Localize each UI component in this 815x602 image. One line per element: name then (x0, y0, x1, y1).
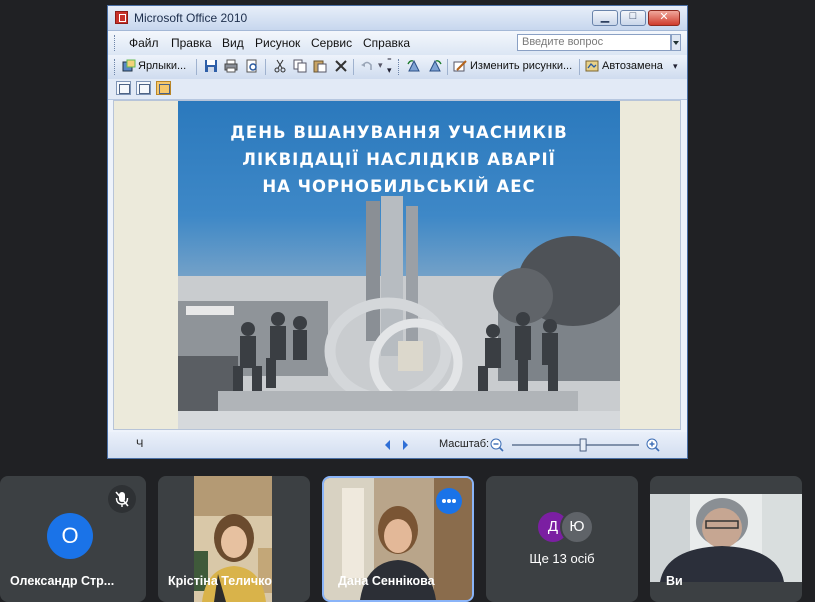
participant-name: Олександр Стр... (10, 574, 115, 588)
menu-help[interactable]: Справка (363, 36, 410, 50)
toolbar-options-icon[interactable]: ▾ (673, 61, 678, 78)
undo-dropdown-icon[interactable]: ▾ (378, 60, 383, 77)
edit-pictures-icon (453, 60, 467, 72)
menu-edit[interactable]: Правка (171, 36, 212, 50)
office-app-icon (115, 11, 128, 24)
close-button[interactable]: ✕ (648, 10, 680, 26)
toolbar-separator (353, 59, 354, 75)
close-icon: ✕ (659, 11, 669, 23)
toolbar-grip[interactable] (114, 59, 118, 75)
zoom-slider[interactable] (489, 437, 679, 453)
maximize-icon: □ (629, 10, 637, 22)
minimize-icon: ▁ (600, 11, 610, 23)
toolbar-separator (579, 59, 580, 75)
office-window: Microsoft Office 2010 ▁ □ ✕ Файл Правка … (107, 5, 688, 459)
participant-name: Крістіна Теличко (168, 574, 272, 588)
menu-bar: Файл Правка Вид Рисунок Сервис Справка В… (108, 31, 687, 55)
edit-pictures-button[interactable]: Изменить рисунки... (470, 60, 572, 77)
zoom-slider-thumb[interactable] (579, 438, 587, 452)
autocorrect-icon (585, 60, 599, 72)
mic-off-icon (115, 491, 129, 507)
maximize-button[interactable]: □ (620, 10, 646, 26)
more-participants-tile[interactable]: Д Ю Ще 13 осіб (486, 476, 638, 602)
document-area: ДЕНЬ ВШАНУВАННЯ УЧАСНИКІВ ЛІКВІДАЦІЇ НАС… (113, 100, 681, 430)
title-bar[interactable]: Microsoft Office 2010 ▁ □ ✕ (108, 6, 687, 31)
menu-tools[interactable]: Сервис (311, 36, 352, 50)
single-view-button[interactable] (156, 81, 171, 95)
participant-tile[interactable]: Крістіна Теличко (158, 476, 310, 602)
memorial-photo (178, 196, 620, 429)
menu-view[interactable]: Вид (222, 36, 244, 50)
menu-picture[interactable]: Рисунок (255, 36, 300, 50)
view-mode-bar (108, 79, 687, 100)
toolbar-separator (447, 59, 448, 75)
delete-icon[interactable] (334, 59, 348, 73)
participant-name: Дана Сеннікова (338, 574, 435, 588)
more-options-icon (442, 499, 456, 503)
window-title: Microsoft Office 2010 (134, 11, 248, 25)
save-icon[interactable] (204, 59, 218, 73)
muted-mic-indicator (108, 485, 136, 513)
cut-icon[interactable] (273, 59, 287, 73)
menu-file[interactable]: Файл (129, 36, 159, 50)
toolbar-separator (196, 59, 197, 75)
avatar: О (47, 513, 93, 559)
shortcuts-button[interactable]: Ярлыки... (138, 60, 186, 77)
participant-name: Ви (666, 574, 683, 588)
avatar: Ю (560, 510, 594, 544)
print-icon[interactable] (224, 59, 238, 73)
picture-toolbar-grip[interactable] (398, 59, 402, 75)
menubar-grip[interactable] (114, 35, 118, 51)
standard-toolbar: Ярлыки... ▾ ⁼ ▾ Изменить рисунки... Автоз… (108, 55, 687, 79)
copy-icon[interactable] (293, 59, 307, 73)
participant-video (650, 494, 802, 582)
question-input[interactable]: Введите вопрос (517, 34, 671, 51)
autocorrect-button[interactable]: Автозамена (602, 60, 663, 77)
self-tile[interactable]: Ви (650, 476, 802, 602)
paste-icon[interactable] (313, 59, 327, 73)
shortcuts-icon (122, 59, 136, 72)
participant-tile-active[interactable]: Дана Сеннікова (322, 476, 474, 602)
question-dropdown-icon[interactable] (671, 34, 681, 51)
rotate-left-icon[interactable] (407, 59, 421, 73)
undo-icon[interactable] (360, 59, 374, 73)
status-bar: Ч Масштаб: (108, 432, 687, 458)
nav-arrows (385, 440, 408, 450)
toolbar-separator (265, 59, 266, 75)
rotate-right-icon[interactable] (428, 59, 442, 73)
toolbar-overflow-icon[interactable]: ⁼ ▾ (387, 57, 392, 75)
participant-tile[interactable]: О Олександр Стр... (0, 476, 146, 602)
thumbnail-view-button[interactable] (116, 81, 131, 95)
slide-image: ДЕНЬ ВШАНУВАННЯ УЧАСНИКІВ ЛІКВІДАЦІЇ НАС… (178, 101, 620, 429)
zoom-label: Масштаб: (439, 438, 490, 450)
filmstrip-view-button[interactable] (136, 81, 151, 95)
minimize-button[interactable]: ▁ (592, 10, 618, 26)
more-participants-count: Ще 13 осіб (529, 551, 595, 566)
print-preview-icon[interactable] (245, 59, 259, 73)
status-text: Ч (136, 438, 144, 450)
previous-arrow-icon[interactable] (385, 440, 390, 450)
next-arrow-icon[interactable] (403, 440, 408, 450)
more-options-button[interactable] (436, 488, 462, 514)
